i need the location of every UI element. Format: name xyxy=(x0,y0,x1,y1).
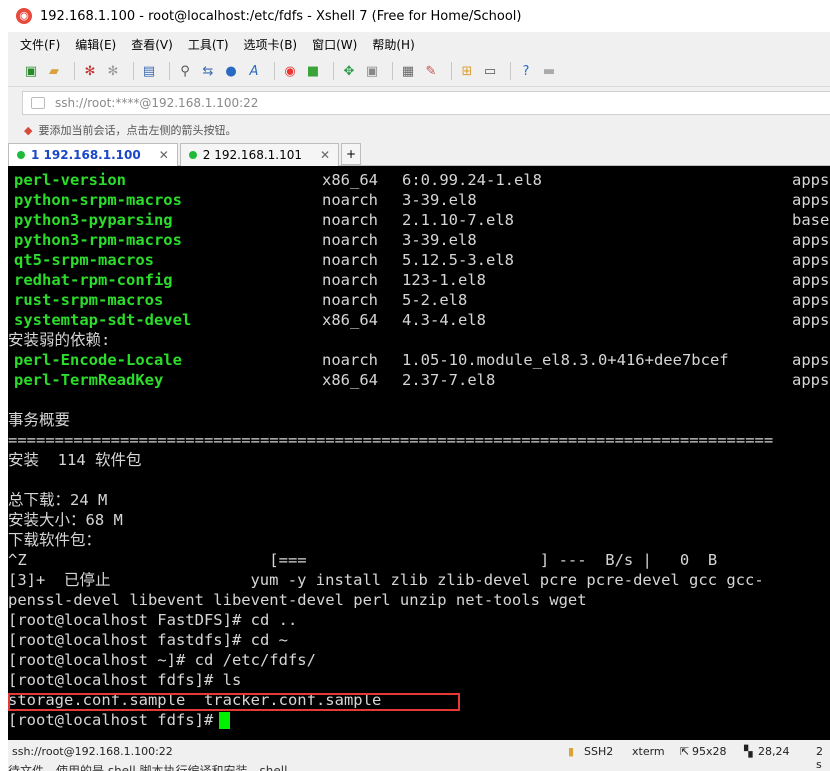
command-line: [root@localhost fastdfs]# cd ~ xyxy=(8,631,288,649)
weak-deps-header: 安装弱的依赖: xyxy=(8,331,111,349)
tab-bar: 1 192.168.1.100 ✕ 2 192.168.1.101 ✕ + xyxy=(8,141,830,166)
bookmark-arrow-icon[interactable]: ◆ xyxy=(24,124,32,137)
status-size: 95x28 xyxy=(692,745,727,758)
address-lock-icon xyxy=(31,97,45,109)
tab-session-2[interactable]: 2 192.168.1.101 ✕ xyxy=(179,143,340,166)
status-connection: ssh://root@192.168.1.100:22 xyxy=(12,745,173,758)
install-size: 安装大小：68 M xyxy=(8,511,123,529)
package-row: perl-Encode-Locale noarch 1.05-10.module_e… xyxy=(14,351,830,369)
package-row: systemtap-sdt-devel x86_64 4.3-4.el8 apps xyxy=(14,311,830,329)
window-title: 192.168.1.100 - root@localhost:/etc/fdfs… xyxy=(40,8,522,24)
package-row: python3-rpm-macros noarch 3-39.el8 apps xyxy=(14,231,830,249)
address-value: ssh://root:****@192.168.1.100:22 xyxy=(55,96,259,110)
command-line: [root@localhost ~]# cd /etc/fdfs/ xyxy=(8,651,316,669)
terminal[interactable]: perl-version x86_64 6:0.99.24-1.el8 apps py… xyxy=(8,166,830,740)
size-icon: ⇱ xyxy=(680,745,690,758)
package-row: rust-srpm-macros noarch 5-2.el8 apps xyxy=(14,291,830,309)
chat-icon[interactable]: ▬ xyxy=(540,62,558,80)
menu-window[interactable]: 窗口(W) xyxy=(312,36,357,53)
transfer-icon[interactable]: ⇆ xyxy=(199,62,217,80)
title-bar: ◉ 192.168.1.100 - root@localhost:/etc/fd… xyxy=(8,0,830,32)
tab-session-1[interactable]: 1 192.168.1.100 ✕ xyxy=(8,143,178,166)
font-icon[interactable]: A xyxy=(245,62,263,80)
connected-dot-icon xyxy=(17,151,25,159)
hint-text: 要添加当前会话，点击左侧的箭头按钮。 xyxy=(38,124,237,137)
status-bar: ssh://root@192.168.1.100:22 ▮ SSH2 xterm… xyxy=(8,740,830,771)
menu-tools[interactable]: 工具(T) xyxy=(188,36,229,53)
menu-tab[interactable]: 选项卡(B) xyxy=(244,36,298,53)
tab-close-icon[interactable]: ✕ xyxy=(320,148,330,162)
install-count: 安装 114 软件包 xyxy=(8,451,142,469)
xshell-logo-icon: ◉ xyxy=(16,8,32,24)
menu-file[interactable]: 文件(F) xyxy=(20,36,60,53)
open-folder-icon[interactable]: ▰ xyxy=(45,62,63,80)
status-protocol: SSH2 xyxy=(584,745,614,758)
lock-icon[interactable]: ▣ xyxy=(363,62,381,80)
cursor-pos-icon: ▚ xyxy=(744,745,753,758)
address-bar[interactable]: ssh://root:****@192.168.1.100:22 xyxy=(22,91,830,115)
help-icon[interactable]: ? xyxy=(517,62,535,80)
toolbar: ▣ ▰ ✻ ✻ ▤ ⚲ ⇆ ● A ◉ ■ ✥ ▣ ▦ ✎ ⊞ ▭ ? ▬ xyxy=(8,56,830,87)
stopped-job-line: [3]+ 已停止 yum -y install zlib zlib-devel … xyxy=(8,571,764,589)
menu-help[interactable]: 帮助(H) xyxy=(372,36,414,53)
package-row: perl-version x86_64 6:0.99.24-1.el8 apps xyxy=(14,171,830,189)
ssh-lock-icon: ▮ xyxy=(568,745,575,758)
session-hint: ◆ 要添加当前会话，点击左侧的箭头按钮。 xyxy=(8,117,830,143)
downloading-label: 下载软件包： xyxy=(8,531,102,549)
tab-label: 2 192.168.1.101 xyxy=(202,148,303,162)
find-icon[interactable]: ⚲ xyxy=(176,62,194,80)
highlight-box xyxy=(8,693,460,711)
globe-icon[interactable]: ● xyxy=(222,62,240,80)
new-tab-icon[interactable]: ⊞ xyxy=(458,62,476,80)
package-row: python-srpm-macros noarch 3-39.el8 apps xyxy=(14,191,830,209)
terminal-cursor xyxy=(219,712,231,729)
summary-header: 事务概要 xyxy=(8,411,71,429)
status-term: xterm xyxy=(632,745,665,758)
package-row: python3-pyparsing noarch 2.1.10-7.el8 base xyxy=(14,211,830,229)
background-document xyxy=(0,0,8,771)
disconnect-icon[interactable]: ✻ xyxy=(104,62,122,80)
add-tab-button[interactable]: + xyxy=(341,143,362,165)
xshell-window: ◉ 192.168.1.100 - root@localhost:/etc/fd… xyxy=(8,0,830,771)
prompt-line: [root@localhost fdfs]# xyxy=(8,710,231,730)
progress-line: ^Z [=== ] --- B/s | 0 B xyxy=(8,551,718,569)
package-row: redhat-rpm-config noarch 123-1.el8 apps xyxy=(14,271,830,289)
status-cursor: 28,24 xyxy=(758,745,790,758)
command-line: [root@localhost FastDFS]# cd .. xyxy=(8,611,298,629)
package-row: perl-TermReadKey x86_64 2.37-7.el8 apps xyxy=(14,371,830,389)
layout-icon[interactable]: ▭ xyxy=(481,62,499,80)
xftp-icon[interactable]: ■ xyxy=(304,62,322,80)
stopped-job-cont: penssl-devel libevent libevent-devel per… xyxy=(8,591,587,609)
menu-edit[interactable]: 编辑(E) xyxy=(75,36,116,53)
divider-line: ========================================… xyxy=(8,431,774,449)
xshell-icon[interactable]: ◉ xyxy=(281,62,299,80)
connected-dot-icon xyxy=(188,151,197,159)
background-doc-text: 待文件，使用的是 shell 脚本执行编译和安装，shell xyxy=(8,764,288,771)
menu-bar: 文件(F) 编辑(E) 查看(V) 工具(T) 选项卡(B) 窗口(W) 帮助(… xyxy=(8,32,830,56)
new-session-icon[interactable]: ▣ xyxy=(22,62,40,80)
command-line: [root@localhost fdfs]# ls xyxy=(8,671,242,689)
tab-label: 1 192.168.1.100 xyxy=(31,148,141,162)
keyboard-icon[interactable]: ▦ xyxy=(399,62,417,80)
connect-icon[interactable]: ✻ xyxy=(81,62,99,80)
tab-close-icon[interactable]: ✕ xyxy=(159,148,169,162)
menu-view[interactable]: 查看(V) xyxy=(131,36,173,53)
highlight-icon[interactable]: ✎ xyxy=(422,62,440,80)
fullscreen-icon[interactable]: ✥ xyxy=(340,62,358,80)
package-row: qt5-srpm-macros noarch 5.12.5-3.el8 apps xyxy=(14,251,830,269)
properties-icon[interactable]: ▤ xyxy=(140,62,158,80)
total-download: 总下载：24 M xyxy=(8,491,108,509)
